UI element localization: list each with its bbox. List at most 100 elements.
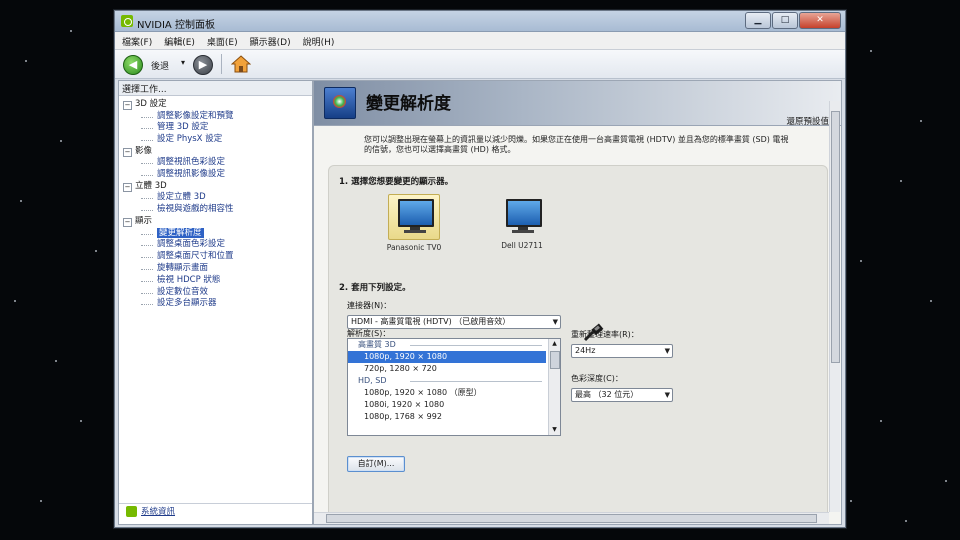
star [14,300,16,302]
collapse-icon[interactable]: − [123,218,132,228]
tree-task-change-resolution[interactable]: 變更解析度 [123,227,312,240]
tree-task-game-compat[interactable]: 檢視與遊戲的相容性 [123,204,312,216]
tree-task-setup-stereo[interactable]: 設定立體 3D [123,192,312,204]
tree-task-video-image[interactable]: 調整視訊影像設定 [123,169,312,181]
close-button[interactable]: ✕ [799,12,841,29]
connector-dropdown[interactable]: HDMI - 高畫質電視 (HDTV) （已啟用音效） ▼ [347,315,561,329]
star [920,120,922,122]
refresh-rate-label: 重新整理速率(R)： [571,330,639,339]
customize-button[interactable]: 自訂(M)... [347,456,405,472]
resolution-scrollbar[interactable]: ▲ ▼ [548,339,560,435]
menu-desktop[interactable]: 桌面(E) [200,32,243,49]
display-label: Panasonic TV0 [386,243,442,252]
home-icon[interactable] [231,54,251,74]
resolution-option[interactable]: 720p, 1280 × 720 [348,363,560,375]
scroll-up-icon[interactable]: ▲ [549,339,560,349]
minimize-button[interactable]: ▁ [745,12,771,29]
resolution-option[interactable]: 1080i, 1920 × 1080 [348,399,560,411]
tree-category-video[interactable]: − 影像 [123,146,312,158]
tree-category-3d[interactable]: −3D 設定 [123,99,312,111]
star [900,180,902,182]
color-depth-dropdown[interactable]: 最高 （32 位元） ▼ [571,388,673,402]
back-button-label[interactable]: 後退 [151,59,169,72]
display-panasonic-tv[interactable]: Panasonic TV0 [385,194,443,252]
resolution-option[interactable]: 1080p, 1920 × 1080 （原型） [348,387,560,399]
chevron-down-icon: ▼ [664,347,670,355]
star [860,260,862,262]
resolution-group-hdsd: HD, SD [348,375,560,387]
tree-task-rotate-display[interactable]: 旋轉顯示畫面 [123,263,312,275]
pane-divider [119,503,312,504]
star [20,200,22,202]
maximize-button[interactable]: □ [772,12,798,29]
collapse-icon[interactable]: − [123,147,132,157]
title-bar[interactable]: NVIDIA 控制面板 ▁ □ ✕ [115,11,845,32]
scroll-thumb[interactable] [550,351,560,369]
star [850,500,852,502]
tree-task-video-color[interactable]: 調整視訊色彩設定 [123,157,312,169]
scroll-thumb[interactable] [326,514,817,523]
page-vertical-scrollbar[interactable] [829,101,840,512]
system-info-label[interactable]: 系統資訊 [141,505,175,517]
nvidia-info-icon [126,505,137,517]
task-pane-header: 選擇工作... [119,81,312,96]
tree-task-multiple-displays[interactable]: 設定多台顯示器 [123,298,312,310]
menu-bar: 檔案(F) 編輯(E) 桌面(E) 顯示器(D) 說明(H) [115,32,845,50]
task-tree: −3D 設定 調整影像設定和預覽 管理 3D 設定 設定 PhysX 設定 − 影… [119,96,312,310]
page-title: 變更解析度 [366,94,451,114]
chevron-down-icon: ▼ [552,318,558,326]
page-horizontal-scrollbar[interactable] [314,512,829,524]
tree-task-desktop-color[interactable]: 調整桌面色彩設定 [123,239,312,251]
page-description: 您可以調整出現在螢幕上的資訊量以減少閃爍。如果您正在使用一台高畫質電視 (HDT… [364,135,789,154]
resolution-group-hd3d: 高畫質 3D [348,339,560,351]
star [80,420,82,422]
refresh-rate-dropdown[interactable]: 24Hz ▼ [571,344,673,358]
star [880,420,882,422]
star [70,30,72,32]
menu-help[interactable]: 說明(H) [296,32,340,49]
section-select-display: 1. 選擇您想要變更的顯示器。 [339,177,454,187]
page-header: 變更解析度 還原預設值 [314,81,841,127]
settings-panel: 1. 選擇您想要變更的顯示器。 Panasonic TV0 Dell U2711… [328,165,828,521]
nvidia-logo-icon [121,15,133,27]
tree-task-desktop-size[interactable]: 調整桌面尺寸和位置 [123,251,312,263]
color-depth-label: 色彩深度(C)： [571,374,623,383]
history-dropdown-icon[interactable]: ▾ [181,58,185,67]
content-pane: 變更解析度 還原預設值 您可以調整出現在螢幕上的資訊量以減少閃爍。如果您正在使用… [313,80,842,525]
forward-arrow-icon[interactable]: ▶ [193,55,213,75]
resolution-option[interactable]: 1080p, 1768 × 992 [348,411,560,423]
star [905,520,907,522]
scroll-thumb[interactable] [831,111,840,363]
tree-task-hdcp-status[interactable]: 檢視 HDCP 狀態 [123,275,312,287]
collapse-icon[interactable]: − [123,182,132,192]
scroll-down-icon[interactable]: ▼ [549,425,560,435]
tree-task-manage-3d[interactable]: 管理 3D 設定 [123,122,312,134]
connector-label: 連接器(N)： [347,301,392,310]
monitor-icon [506,199,542,227]
star [60,140,62,142]
star [945,480,947,482]
system-info-link[interactable]: 系統資訊 [126,505,175,517]
tree-category-stereo-3d[interactable]: − 立體 3D [123,181,312,193]
star [930,300,932,302]
tree-category-display[interactable]: − 顯示 [123,216,312,228]
chevron-down-icon: ▼ [664,391,670,399]
window-title: NVIDIA 控制面板 [137,20,215,31]
tree-task-digital-audio[interactable]: 設定數位音效 [123,287,312,299]
resolution-option[interactable]: 1080p, 1920 × 1080 [348,351,546,363]
back-arrow-icon[interactable]: ◀ [123,55,143,75]
task-tree-pane: 選擇工作... −3D 設定 調整影像設定和預覽 管理 3D 設定 設定 Phy… [118,80,313,525]
tree-task-image-settings[interactable]: 調整影像設定和預覽 [123,111,312,123]
collapse-icon[interactable]: − [123,101,132,110]
menu-file[interactable]: 檔案(F) [115,32,157,49]
menu-edit[interactable]: 編輯(E) [157,32,200,49]
display-dell-u2711[interactable]: Dell U2711 [493,194,551,250]
menu-display[interactable]: 顯示器(D) [243,32,296,49]
star [25,60,27,62]
nvidia-control-panel-window: NVIDIA 控制面板 ▁ □ ✕ 檔案(F) 編輯(E) 桌面(E) 顯示器(… [114,10,846,528]
star [95,250,97,252]
section-apply-settings: 2. 套用下列設定。 [339,283,411,293]
restore-default-link[interactable]: 還原預設值 [786,115,829,127]
resolution-listbox[interactable]: 高畫質 3D 1080p, 1920 × 1080 720p, 1280 × 7… [347,338,561,436]
tree-task-physx[interactable]: 設定 PhysX 設定 [123,134,312,146]
